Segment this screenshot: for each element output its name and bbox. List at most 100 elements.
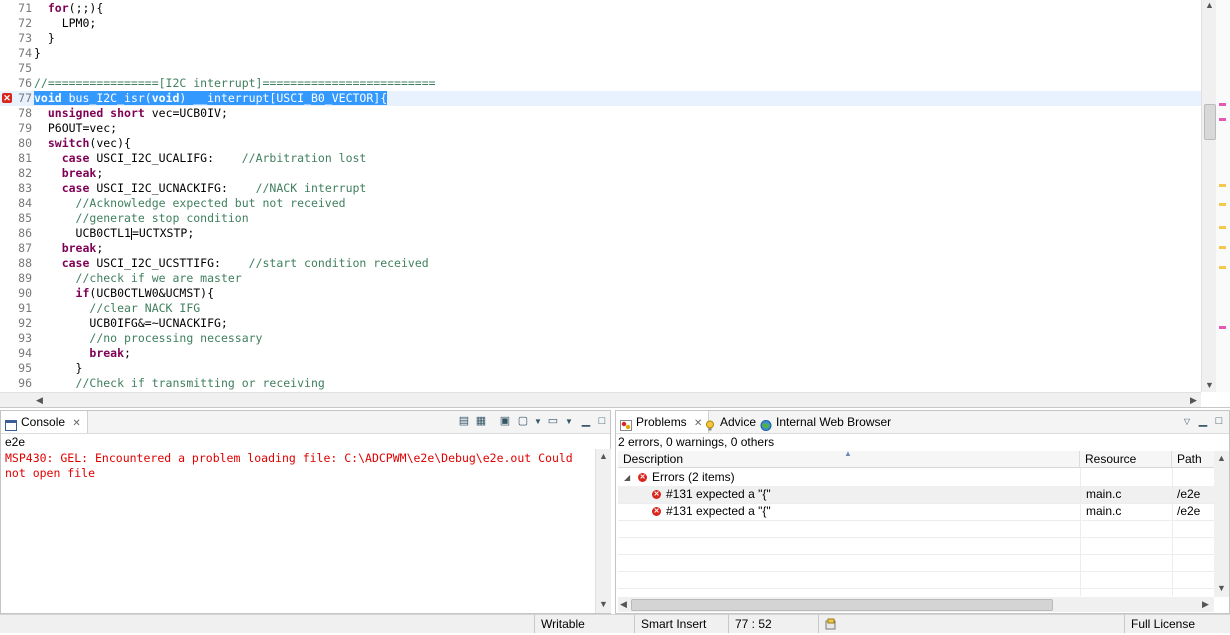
- error-annotation-mark[interactable]: [1219, 326, 1226, 329]
- code-line[interactable]: 91 //clear NACK IFG: [0, 301, 1216, 316]
- code-text[interactable]: void bus_I2C_isr(void) __interrupt[USCI_…: [34, 91, 388, 106]
- code-text[interactable]: case USCI_I2C_UCALIFG: //Arbitration los…: [34, 151, 367, 166]
- code-text[interactable]: if(UCB0CTLW0&UCMST){: [34, 286, 214, 301]
- view-menu-icon[interactable]: ▽: [1180, 415, 1194, 428]
- scroll-up-arrow-icon[interactable]: ▲: [1205, 0, 1214, 10]
- occurrence-annotation-mark[interactable]: [1219, 266, 1226, 269]
- scroll-right-arrow-icon[interactable]: ▶: [1190, 395, 1197, 406]
- code-text[interactable]: //no processing necessary: [34, 331, 262, 346]
- code-text[interactable]: UCB0CTL1=UCTXSTP;: [34, 226, 195, 241]
- console-vertical-scrollbar[interactable]: ▲ ▼: [595, 449, 611, 613]
- code-text[interactable]: P6OUT=vec;: [34, 121, 117, 136]
- problems-group-row[interactable]: ◢ ✕ Errors (2 items): [618, 469, 1228, 487]
- editor-horizontal-scrollbar[interactable]: ◀ ▶: [0, 392, 1201, 408]
- scroll-up-arrow-icon[interactable]: ▲: [599, 451, 608, 461]
- chevron-down-icon[interactable]: ▼: [562, 415, 576, 428]
- code-text[interactable]: break;: [34, 241, 104, 256]
- code-line[interactable]: 86 UCB0CTL1=UCTXSTP;: [0, 226, 1216, 241]
- code-line[interactable]: 75: [0, 61, 1216, 76]
- code-text[interactable]: switch(vec){: [34, 136, 131, 151]
- problems-horizontal-scrollbar[interactable]: ◀ ▶: [618, 597, 1214, 612]
- code-text[interactable]: case USCI_I2C_UCNACKIFG: //NACK interrup…: [34, 181, 367, 196]
- code-editor[interactable]: 71 for(;;){72 LPM0; 73 } 74} 75 76//========…: [0, 0, 1230, 408]
- clear-console-icon[interactable]: ▤: [457, 415, 471, 428]
- minimize-icon[interactable]: ▁: [1196, 415, 1210, 428]
- display-console-icon[interactable]: ▢: [516, 415, 530, 428]
- tab-advice[interactable]: Advice: [700, 411, 762, 433]
- code-line[interactable]: 94 break;: [0, 346, 1216, 361]
- code-line[interactable]: 95 }: [0, 361, 1216, 376]
- code-text[interactable]: //================[I2C interrupt]=======…: [34, 76, 436, 91]
- tab-console[interactable]: Console ✕: [1, 411, 88, 433]
- code-text[interactable]: //check if we are master: [34, 271, 242, 286]
- code-line[interactable]: 87 break;: [0, 241, 1216, 256]
- editor-scroll-thumb[interactable]: [1204, 104, 1216, 140]
- occurrence-annotation-mark[interactable]: [1219, 203, 1226, 206]
- tab-problems[interactable]: Problems ✕: [616, 411, 710, 433]
- code-text[interactable]: }: [34, 46, 41, 61]
- code-line[interactable]: 96 //Check if transmitting or receiving: [0, 376, 1216, 391]
- console-output[interactable]: MSP430: GEL: Encountered a problem loadi…: [5, 451, 585, 480]
- maximize-icon[interactable]: □: [1212, 415, 1226, 428]
- code-line[interactable]: 93 //no processing necessary: [0, 331, 1216, 346]
- error-annotation-mark[interactable]: [1219, 103, 1226, 106]
- code-text[interactable]: }: [34, 361, 83, 376]
- occurrence-annotation-mark[interactable]: [1219, 246, 1226, 249]
- minimize-icon[interactable]: ▁: [579, 415, 593, 428]
- code-text[interactable]: }: [34, 31, 55, 46]
- scroll-down-arrow-icon[interactable]: ▼: [1217, 583, 1226, 593]
- occurrence-annotation-mark[interactable]: [1219, 226, 1226, 229]
- chevron-down-icon[interactable]: ▼: [531, 415, 545, 428]
- code-area[interactable]: 71 for(;;){72 LPM0; 73 } 74} 75 76//========…: [0, 0, 1216, 392]
- column-header-description[interactable]: Description ▲: [618, 449, 1080, 468]
- table-row[interactable]: ✕ #131 expected a "{" main.c /e2e: [618, 503, 1228, 521]
- close-icon[interactable]: ✕: [72, 418, 80, 429]
- code-line[interactable]: 71 for(;;){: [0, 1, 1216, 16]
- problems-scroll-thumb[interactable]: [631, 599, 1053, 611]
- code-line[interactable]: ✕ 77 void bus_I2C_isr(void) __interrupt[US…: [0, 91, 1216, 106]
- code-text[interactable]: UCB0IFG&=~UCNACKIFG;: [34, 316, 228, 331]
- code-line[interactable]: 80 switch(vec){: [0, 136, 1216, 151]
- code-text[interactable]: case USCI_I2C_UCSTTIFG: //start conditio…: [34, 256, 429, 271]
- expand-toggle-icon[interactable]: ◢: [624, 469, 630, 486]
- maximize-icon[interactable]: □: [595, 415, 609, 428]
- code-text[interactable]: break;: [34, 346, 131, 361]
- table-row[interactable]: ✕ #131 expected a "{" main.c /e2e: [618, 486, 1228, 504]
- code-line[interactable]: 90 if(UCB0CTLW0&UCMST){: [0, 286, 1216, 301]
- scroll-lock-icon[interactable]: ▦: [474, 415, 488, 428]
- code-line[interactable]: 82 break;: [0, 166, 1216, 181]
- code-text[interactable]: //clear NACK IFG: [34, 301, 200, 316]
- code-text[interactable]: //Check if transmitting or receiving: [34, 376, 325, 391]
- code-line[interactable]: 74}: [0, 46, 1216, 61]
- scroll-down-arrow-icon[interactable]: ▼: [599, 599, 608, 609]
- code-line[interactable]: 89 //check if we are master: [0, 271, 1216, 286]
- code-text[interactable]: for(;;){: [34, 1, 103, 16]
- error-marker-icon[interactable]: ✕: [2, 93, 12, 103]
- overview-ruler[interactable]: [1216, 0, 1230, 392]
- status-insert-mode[interactable]: Smart Insert: [634, 615, 728, 633]
- error-annotation-mark[interactable]: [1219, 118, 1226, 121]
- scroll-right-arrow-icon[interactable]: ▶: [1202, 599, 1209, 610]
- new-console-icon[interactable]: ▭: [546, 415, 560, 428]
- status-tool-icon[interactable]: [818, 615, 844, 633]
- code-line[interactable]: 73 }: [0, 31, 1216, 46]
- column-header-resource[interactable]: Resource: [1080, 451, 1172, 468]
- status-cursor-position[interactable]: 77 : 52: [728, 615, 818, 633]
- code-line[interactable]: 81 case USCI_I2C_UCALIFG: //Arbitration …: [0, 151, 1216, 166]
- code-text[interactable]: LPM0;: [34, 16, 97, 31]
- code-line[interactable]: 76//================[I2C interrupt]=====…: [0, 76, 1216, 91]
- code-line[interactable]: 85 //generate stop condition: [0, 211, 1216, 226]
- problems-vertical-scrollbar[interactable]: ▲ ▼: [1214, 451, 1229, 597]
- code-text[interactable]: //generate stop condition: [34, 211, 249, 226]
- code-text[interactable]: //Acknowledge expected but not received: [34, 196, 346, 211]
- tab-internal-web-browser[interactable]: Internal Web Browser: [756, 411, 897, 433]
- code-line[interactable]: 83 case USCI_I2C_UCNACKIFG: //NACK inter…: [0, 181, 1216, 196]
- code-line[interactable]: 92 UCB0IFG&=~UCNACKIFG;: [0, 316, 1216, 331]
- code-line[interactable]: 88 case USCI_I2C_UCSTTIFG: //start condi…: [0, 256, 1216, 271]
- occurrence-annotation-mark[interactable]: [1219, 184, 1226, 187]
- code-line[interactable]: 72 LPM0;: [0, 16, 1216, 31]
- editor-vertical-scrollbar[interactable]: ▲ ▼: [1201, 0, 1217, 392]
- scroll-up-arrow-icon[interactable]: ▲: [1217, 453, 1226, 463]
- scroll-left-arrow-icon[interactable]: ◀: [620, 599, 627, 610]
- scroll-down-arrow-icon[interactable]: ▼: [1205, 380, 1214, 390]
